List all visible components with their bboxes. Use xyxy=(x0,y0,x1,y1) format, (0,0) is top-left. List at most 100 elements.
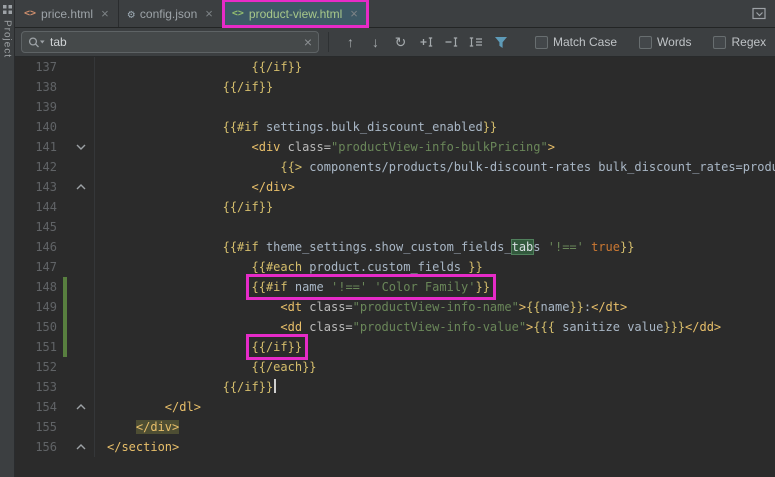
fold-up-icon[interactable] xyxy=(68,437,94,457)
code-line-143[interactable]: 143 </div> xyxy=(15,177,775,197)
code-line-145[interactable]: 145 xyxy=(15,217,775,237)
tab-list-icon[interactable] xyxy=(752,7,767,20)
line-number: 138 xyxy=(35,80,57,94)
option-match-case[interactable]: Match Case xyxy=(535,35,617,49)
gutter: 144 xyxy=(15,197,95,217)
code-line-142[interactable]: 142 {{> components/products/bulk-discoun… xyxy=(15,157,775,177)
add-selection-icon[interactable] xyxy=(413,31,438,53)
line-number: 152 xyxy=(35,360,57,374)
option-regex[interactable]: Regex xyxy=(713,35,766,49)
code-line-155[interactable]: 155 </div> xyxy=(15,417,775,437)
annotation-box: {{#if name '!==' 'Color Family'}} xyxy=(245,274,496,300)
option-words[interactable]: Words xyxy=(639,35,691,49)
code-line-137[interactable]: 137 {{/if}} xyxy=(15,57,775,77)
code-line-138[interactable]: 138 {{/if}} xyxy=(15,77,775,97)
code-line-140[interactable]: 140 {{#if settings.bulk_discount_enabled… xyxy=(15,117,775,137)
tab-price.html[interactable]: <> price.html × xyxy=(15,0,119,27)
search-icon[interactable] xyxy=(28,36,45,49)
fold-column xyxy=(68,77,94,97)
vcs-gutter xyxy=(63,137,67,157)
vcs-gutter xyxy=(63,97,67,117)
line-number: 140 xyxy=(35,120,57,134)
code-line-141[interactable]: 141 <div class="productView-info-bulkPri… xyxy=(15,137,775,157)
search-input[interactable] xyxy=(50,35,299,49)
code-line-153[interactable]: 153 {{/if}} xyxy=(15,377,775,397)
vcs-gutter xyxy=(63,117,67,137)
code-line-149[interactable]: 149 <dt class="productView-info-name">{{… xyxy=(15,297,775,317)
fold-column xyxy=(68,277,94,297)
clear-search-icon[interactable]: × xyxy=(304,35,312,49)
fold-column xyxy=(68,157,94,177)
code-line-152[interactable]: 152 {{/each}} xyxy=(15,357,775,377)
html-file-icon: <> xyxy=(231,8,244,19)
code-text: </div> xyxy=(251,180,295,194)
checkbox[interactable] xyxy=(639,35,653,49)
gutter: 139 xyxy=(15,97,95,117)
code-text: {{#if name '!==' 'Color Family'}} xyxy=(95,274,496,300)
remove-selection-icon[interactable] xyxy=(438,31,463,53)
code-line-146[interactable]: 146 {{#if theme_settings.show_custom_fie… xyxy=(15,237,775,257)
gutter: 152 xyxy=(15,357,95,377)
code-line-144[interactable]: 144 {{/if}} xyxy=(15,197,775,217)
find-next-button[interactable]: ↓ xyxy=(363,31,388,53)
gutter: 142 xyxy=(15,157,95,177)
fold-column xyxy=(68,237,94,257)
code-text: <dt class="productView-info-name">{{name… xyxy=(280,300,628,314)
filter-search-icon[interactable] xyxy=(488,31,513,53)
code-line-147[interactable]: 147 {{#each product.custom_fields }} xyxy=(15,257,775,277)
fold-up-icon[interactable] xyxy=(68,177,94,197)
search-history-caret-icon xyxy=(40,40,45,43)
code-line-151[interactable]: 151 {{/if}} xyxy=(15,334,775,360)
checkbox[interactable] xyxy=(535,35,548,49)
code-area[interactable]: 137 {{/if}} 138 {{/if}} 139 140 {{#if setti… xyxy=(15,57,775,457)
find-refresh-icon[interactable]: ↻ xyxy=(388,31,413,53)
line-number: 156 xyxy=(35,440,57,454)
tool-windows-grid-icon[interactable] xyxy=(2,5,12,14)
code-line-139[interactable]: 139 xyxy=(15,97,775,117)
fold-column xyxy=(68,217,94,237)
tool-stripe-project[interactable]: Project xyxy=(2,20,13,58)
code-text: {{/if}} xyxy=(222,80,274,94)
code-text: {{#if theme_settings.show_custom_fields_… xyxy=(222,240,635,254)
code-text: </div> xyxy=(135,420,180,434)
tab-config.json[interactable]: ⚙ config.json × xyxy=(119,0,223,27)
code-line-154[interactable]: 154 </dl> xyxy=(15,397,775,417)
code-text: {{/if}} xyxy=(251,60,303,74)
code-line-148[interactable]: 148 {{#if name '!==' 'Color Family'}} xyxy=(15,274,775,300)
tab-close-icon[interactable]: × xyxy=(205,7,213,20)
select-all-occurrences-icon[interactable] xyxy=(463,31,488,53)
line-number: 151 xyxy=(35,340,57,354)
search-field[interactable]: × xyxy=(21,31,319,53)
gutter: 156 xyxy=(15,437,95,457)
fold-down-icon[interactable] xyxy=(68,137,94,157)
editor-pane[interactable]: 137 {{/if}} 138 {{/if}} 139 140 {{#if setti… xyxy=(15,57,775,477)
code-text: {{#if settings.bulk_discount_enabled}} xyxy=(222,120,498,134)
code-line-150[interactable]: 150 <dd class="productView-info-value">{… xyxy=(15,317,775,337)
tab-close-icon[interactable]: × xyxy=(101,7,109,20)
vcs-gutter xyxy=(63,217,67,237)
fold-up-icon[interactable] xyxy=(68,397,94,417)
line-number: 137 xyxy=(35,60,57,74)
fold-column xyxy=(68,57,94,77)
code-text: <div class="productView-info-bulkPricing… xyxy=(251,140,555,154)
editor-tab-bar: <> price.html × ⚙ config.json × <> product-view… xyxy=(15,0,775,28)
code-text: {{/each}} xyxy=(251,360,317,374)
code-line-156[interactable]: 156 </section> xyxy=(15,437,775,457)
fold-column xyxy=(68,317,94,337)
vcs-gutter xyxy=(63,257,67,277)
line-number: 141 xyxy=(35,140,57,154)
vcs-gutter xyxy=(63,397,67,417)
line-number: 146 xyxy=(35,240,57,254)
line-number: 147 xyxy=(35,260,57,274)
fold-column xyxy=(68,357,94,377)
gutter: 153 xyxy=(15,377,95,397)
line-number: 144 xyxy=(35,200,57,214)
tab-bar-right xyxy=(752,0,775,27)
line-number: 149 xyxy=(35,300,57,314)
tab-close-icon[interactable]: × xyxy=(350,7,358,20)
checkbox[interactable] xyxy=(713,35,727,49)
find-previous-button[interactable]: ↑ xyxy=(338,31,363,53)
vcs-change-marker xyxy=(63,297,67,317)
find-options: Match Case Words Regex xyxy=(513,35,766,49)
tab-product-view.html[interactable]: <> product-view.html × xyxy=(221,0,369,28)
